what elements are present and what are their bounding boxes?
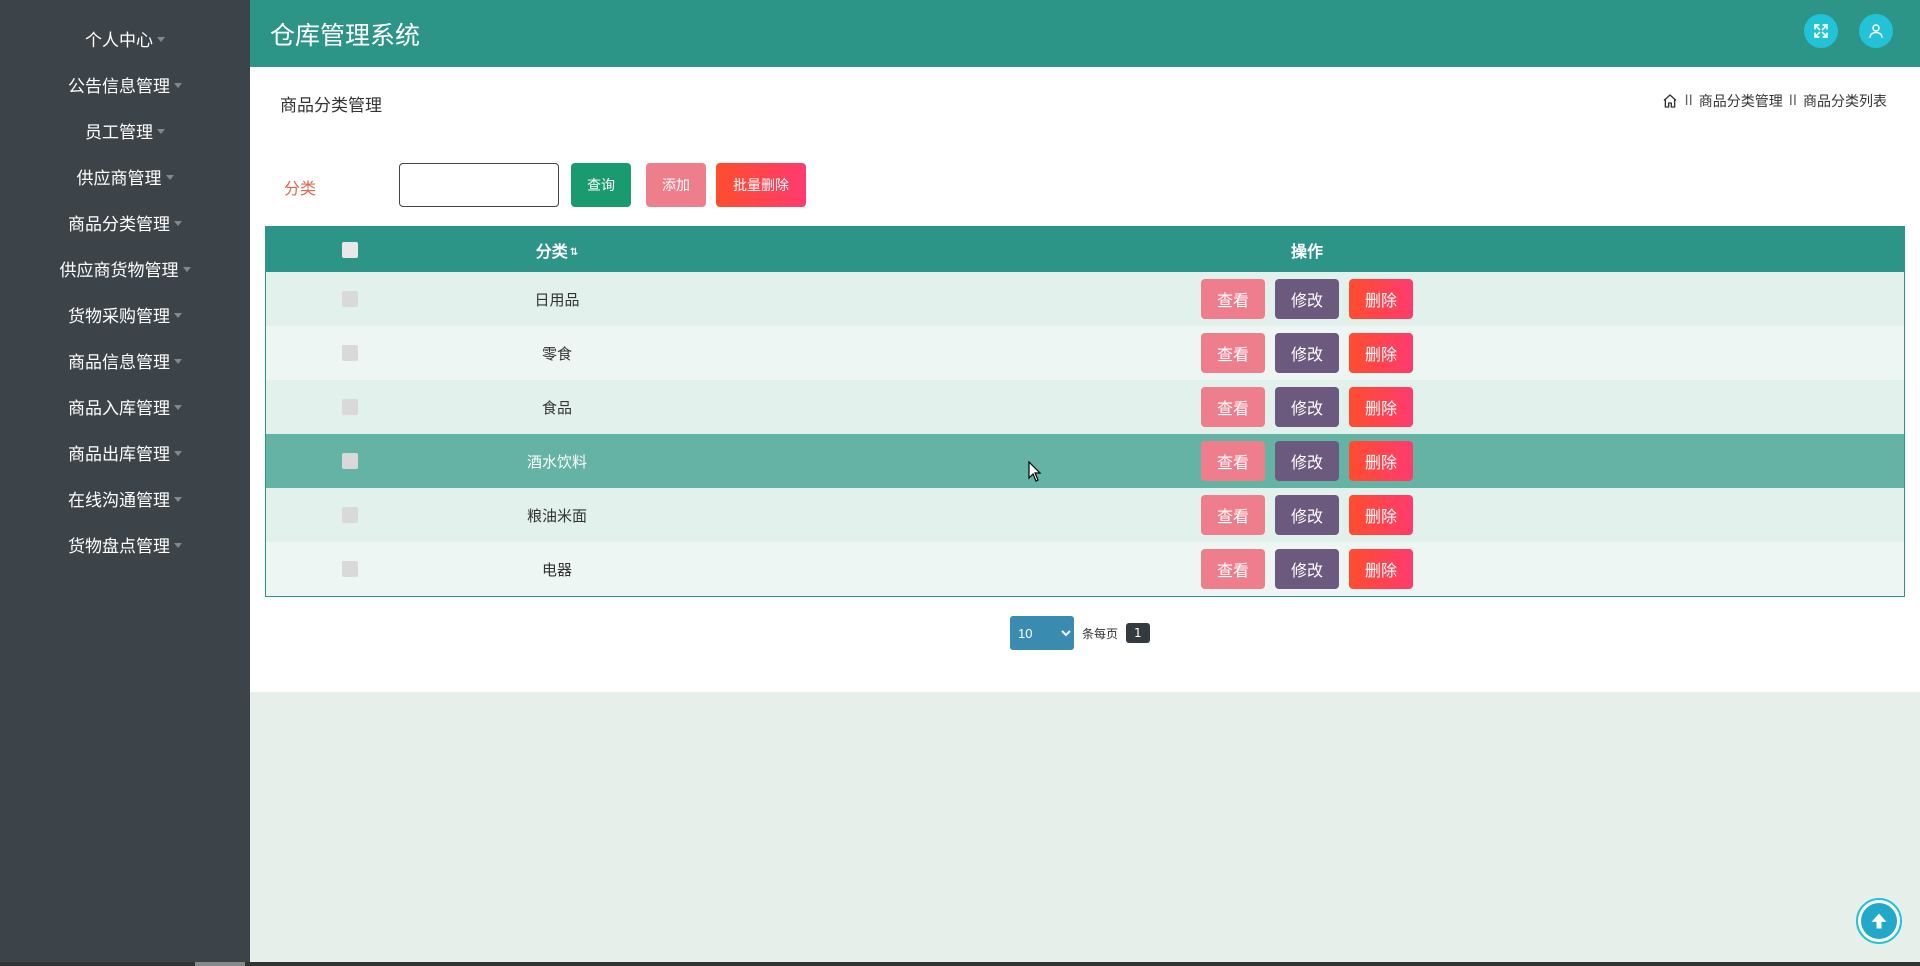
breadcrumb: II 商品分类管理 II 商品分类列表 [1662, 91, 1887, 111]
row-category-name: 酒水饮料 [526, 452, 587, 471]
table-row: 粮油米面 查看 修改 删除 [266, 488, 1904, 542]
view-button[interactable]: 查看 [1201, 279, 1265, 319]
view-button[interactable]: 查看 [1201, 441, 1265, 481]
back-to-top-button[interactable] [1856, 898, 1902, 944]
sidebar-item-supplier-goods[interactable]: 供应商货物管理 [0, 245, 250, 291]
row-category-name: 食品 [541, 398, 572, 417]
scrollbar-thumb[interactable] [195, 962, 245, 966]
caret-down-icon [182, 267, 191, 272]
sidebar-item-chat[interactable]: 在线沟通管理 [0, 475, 250, 521]
view-button[interactable]: 查看 [1201, 333, 1265, 373]
search-category-label: 分类 [284, 179, 317, 198]
caret-down-icon [157, 37, 165, 42]
content-panel: 商品分类管理 II 商品分类管理 II 商品分类列表 分类 查询 添加 批量删除… [250, 67, 1920, 692]
row-category-name: 零食 [541, 344, 572, 363]
per-page-label: 条每页 [1082, 626, 1119, 641]
breadcrumb-item-category[interactable]: 商品分类管理 [1699, 91, 1783, 111]
delete-button[interactable]: 删除 [1349, 441, 1413, 481]
row-category-name: 日用品 [534, 290, 580, 309]
select-all-checkbox[interactable] [342, 241, 358, 258]
sidebar-item-category[interactable]: 商品分类管理 [0, 199, 250, 245]
edit-button[interactable]: 修改 [1275, 333, 1339, 373]
top-header: 仓库管理系统 [250, 0, 1920, 67]
row-category-name: 粮油米面 [526, 506, 587, 525]
row-checkbox[interactable] [342, 507, 358, 523]
arrow-up-icon [1871, 913, 1887, 929]
mouse-cursor-icon [1028, 461, 1042, 482]
delete-button[interactable]: 删除 [1349, 279, 1413, 319]
sidebar-item-product-info[interactable]: 商品信息管理 [0, 337, 250, 383]
delete-button[interactable]: 删除 [1349, 495, 1413, 535]
user-button[interactable] [1859, 14, 1893, 48]
delete-button[interactable]: 删除 [1349, 333, 1413, 373]
table-row: 电器 查看 修改 删除 [266, 542, 1904, 596]
row-checkbox[interactable] [342, 399, 358, 415]
add-button[interactable]: 添加 [646, 163, 706, 207]
table-row: 零食 查看 修改 删除 [266, 326, 1904, 380]
sidebar-item-staff[interactable]: 员工管理 [0, 107, 250, 153]
caret-down-icon [174, 543, 182, 548]
user-icon [1869, 24, 1883, 38]
view-button[interactable]: 查看 [1201, 387, 1265, 427]
caret-down-icon [174, 221, 182, 226]
batch-delete-button[interactable]: 批量删除 [716, 163, 806, 207]
breadcrumb-separator: II [1788, 93, 1797, 109]
caret-down-icon [174, 451, 182, 456]
caret-down-icon [157, 129, 165, 134]
caret-down-icon [165, 175, 174, 180]
page-number-current[interactable]: 1 [1126, 623, 1150, 643]
delete-button[interactable]: 删除 [1349, 387, 1413, 427]
sidebar-item-personal-center[interactable]: 个人中心 [0, 15, 250, 61]
pagination: 10 条每页 1 [1010, 616, 1150, 650]
breadcrumb-item-list: 商品分类列表 [1803, 94, 1887, 110]
sidebar-item-notice[interactable]: 公告信息管理 [0, 61, 250, 107]
row-checkbox[interactable] [342, 345, 358, 361]
sidebar-item-stock-in[interactable]: 商品入库管理 [0, 383, 250, 429]
sidebar-item-purchase[interactable]: 货物采购管理 [0, 291, 250, 337]
caret-down-icon [174, 359, 182, 364]
home-icon[interactable] [1662, 93, 1678, 109]
sidebar-item-stock-out[interactable]: 商品出库管理 [0, 429, 250, 475]
table-row: 食品 查看 修改 删除 [266, 380, 1904, 434]
app-title: 仓库管理系统 [270, 21, 421, 50]
edit-button[interactable]: 修改 [1275, 279, 1339, 319]
table-row: 日用品 查看 修改 删除 [266, 272, 1904, 326]
edit-button[interactable]: 修改 [1275, 495, 1339, 535]
caret-down-icon [174, 405, 182, 410]
breadcrumb-separator: II [1684, 93, 1693, 109]
view-button[interactable]: 查看 [1201, 549, 1265, 589]
table-row-hovered: 酒水饮料 查看 修改 删除 [266, 434, 1904, 488]
sort-icon[interactable]: ⇅ [570, 247, 578, 258]
category-search-input[interactable] [399, 163, 559, 207]
sidebar-item-inventory-check[interactable]: 货物盘点管理 [0, 521, 250, 567]
column-header-category[interactable]: 分类 ⇅ [434, 238, 680, 262]
caret-down-icon [174, 83, 182, 88]
sidebar-item-supplier[interactable]: 供应商管理 [0, 153, 250, 199]
delete-button[interactable]: 删除 [1349, 549, 1413, 589]
view-button[interactable]: 查看 [1201, 495, 1265, 535]
expand-icon [1814, 24, 1828, 38]
edit-button[interactable]: 修改 [1275, 549, 1339, 589]
row-category-name: 电器 [541, 560, 572, 579]
query-button[interactable]: 查询 [571, 163, 631, 207]
page-size-select[interactable]: 10 [1010, 616, 1074, 650]
edit-button[interactable]: 修改 [1275, 441, 1339, 481]
row-checkbox[interactable] [342, 453, 358, 469]
column-header-actions: 操作 [1290, 241, 1323, 261]
fullscreen-button[interactable] [1804, 14, 1838, 48]
caret-down-icon [174, 313, 182, 318]
edit-button[interactable]: 修改 [1275, 387, 1339, 427]
table-header: 分类 ⇅ 操作 [266, 227, 1904, 272]
row-checkbox[interactable] [342, 561, 358, 577]
row-checkbox[interactable] [342, 291, 358, 307]
caret-down-icon [174, 497, 182, 502]
category-table: 分类 ⇅ 操作 日用品 查看 修改 删除 零食 查看 修改 删除 食品 查看 修… [265, 226, 1905, 597]
page-title: 商品分类管理 [280, 96, 382, 116]
sidebar: 个人中心 公告信息管理 员工管理 供应商管理 商品分类管理 供应商货物管理 货物… [0, 0, 250, 966]
horizontal-scrollbar[interactable] [0, 962, 1920, 966]
